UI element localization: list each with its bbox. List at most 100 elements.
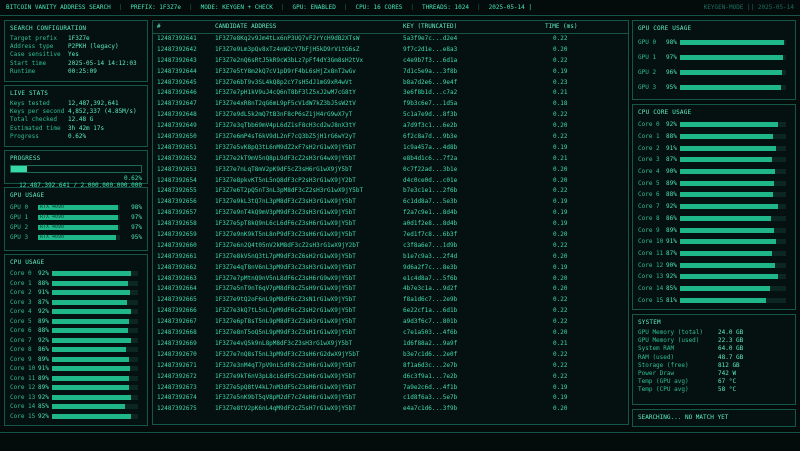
table-cell: 0.22 <box>553 241 568 249</box>
table-row: 12487392660 1F3Z7e6n2Q4t05nV2kM8dF3cZ2sH3… <box>153 241 628 252</box>
table-cell: 1F3Z7e6bT9v3SL4kQ8p2cY7sH5dJ1mG9xR4wVt <box>215 78 353 86</box>
table-cell: 12487392664 <box>157 285 197 293</box>
table-cell: 0.19 <box>553 263 568 271</box>
usage-bar-fill <box>52 404 126 410</box>
usage-bar <box>680 85 786 90</box>
table-cell: 0.19 <box>553 220 568 228</box>
usage-label: Core 1 <box>638 133 660 141</box>
usage-percent: 85% <box>666 284 677 292</box>
usage-bar-fill <box>680 85 781 90</box>
footer-bar <box>0 432 800 451</box>
usage-label: Core 12 <box>638 261 664 269</box>
stat-value: 67 °C <box>718 378 737 386</box>
table-cell: 0.20 <box>553 122 568 130</box>
usage-label: Core 14 <box>10 403 36 411</box>
candidate-table: # CANDIDATE ADDRESS KEY (TRUNCATED) TIME… <box>152 20 629 425</box>
table-cell: 12487392661 <box>157 252 197 260</box>
gpu-core-list: GPU 0 98% GPU 1 97% GPU 2 96% GPU 3 95% <box>638 35 790 95</box>
table-cell: 12487392649 <box>157 122 197 130</box>
panel-title: PROGRESS <box>10 155 41 162</box>
usage-bar-fill <box>52 309 132 315</box>
usage-row: Core 11 87% <box>638 248 790 260</box>
table-row: 12487392652 1F3Z7e2kT9mV5nQ8pL9dF3cZ2sH3r… <box>153 154 628 165</box>
usage-label: Core 12 <box>10 384 36 392</box>
usage-row: Core 9 89% <box>638 224 790 236</box>
table-cell: 0.22 <box>553 187 568 195</box>
usage-bar <box>52 309 138 315</box>
usage-row: Core 4 92% <box>10 307 142 317</box>
table-cell: 12487392669 <box>157 339 197 347</box>
table-cell: c3f8a6e7...1d9b <box>403 241 458 249</box>
usage-bar <box>680 157 786 163</box>
stat-label: Address type <box>10 43 54 51</box>
stat-row: RAM (used) 48.7 GB <box>638 354 790 362</box>
progress-panel: PROGRESS 0.62% 12,487,392,641 / 2,000,00… <box>4 150 148 189</box>
table-cell: 1F3Z7e5nK9bT5qV8pM2dF7cZ4sH6rG1wX9jY5bT <box>215 394 356 402</box>
table-cell: f9b3c6e7...1d5a <box>403 100 458 108</box>
table-cell: 0.22 <box>553 318 568 326</box>
usage-bar <box>52 271 138 277</box>
usage-bar-fill <box>680 169 776 175</box>
table-cell: 12487392659 <box>157 231 197 239</box>
table-cell: 0.19 <box>553 198 568 206</box>
usage-bar <box>52 366 138 372</box>
stat-label: Storage (free) <box>638 361 689 369</box>
usage-label: Core 2 <box>10 289 32 297</box>
table-cell: f8a1d6c7...2e9b <box>403 296 458 304</box>
top-bar: BITCOIN VANITY ADDRESS SEARCH | PREFIX: … <box>0 0 800 16</box>
usage-row: GPU 2 RTX 4090 97% <box>10 222 142 232</box>
usage-bar-fill <box>52 290 131 296</box>
table-cell: 1F3Z7e6T2pQ5nT3nL3pM8dF3cZ2sH3rG1wX9jY5b… <box>215 187 364 195</box>
stat-label: Temp (CPU avg) <box>638 386 689 394</box>
table-cell: 1F3Z7e5nT9nT6qV7pM8dF8cZ5sH9rG1wX9jY5bT <box>215 285 356 293</box>
usage-row: Core 1 88% <box>638 131 790 143</box>
usage-row: GPU 1 RTX 4090 97% <box>10 212 142 222</box>
usage-percent: 92% <box>38 270 49 278</box>
table-cell: b7e3c1e1...2f6b <box>403 187 458 195</box>
usage-bar-fill <box>52 337 132 343</box>
table-cell: 1F3Z7e4qT8nV6nL3pM9dF3cZ3sH3rG1wX9jY5bT <box>215 263 356 271</box>
config-list: Target prefix 1F3Z7e Address type P2PKH (le… <box>10 35 142 76</box>
usage-label: Core 9 <box>638 226 660 234</box>
usage-row: Core 6 88% <box>10 326 142 336</box>
usage-bar-fill <box>680 227 775 233</box>
usage-percent: 92% <box>666 203 677 211</box>
table-cell: 12487392667 <box>157 318 197 326</box>
stat-row: Case sensitive Yes <box>10 51 142 59</box>
usage-bar-fill <box>680 122 778 128</box>
gpu-core-usage-panel: GPU CORE USAGE GPU 0 98% GPU 1 97% GPU 2 96% G… <box>632 20 796 100</box>
usage-row: Core 7 92% <box>638 201 790 213</box>
usage-percent: 85% <box>38 403 49 411</box>
cpu-core-usage-panel: CPU CORE USAGE Core 0 92% Core 1 88% Core 2 9… <box>632 104 796 310</box>
table-cell: b1e7c9a3...2f4d <box>403 252 458 260</box>
usage-row: Core 3 87% <box>10 298 142 308</box>
table-cell: a9d3f6c7...801b <box>403 318 458 326</box>
progress-fill <box>11 166 28 172</box>
usage-percent: 88% <box>38 279 49 287</box>
table-row: 12487392674 1F3Z7e5nK9bT5qV8pM2dF7cZ4sH6r… <box>153 393 628 404</box>
table-cell: 6e22cf1a...6d1b <box>403 307 458 315</box>
stat-label: Start time <box>10 59 47 67</box>
usage-row: GPU 1 97% <box>638 50 790 65</box>
table-cell: 12487392650 <box>157 133 197 141</box>
usage-bar-fill <box>680 134 774 140</box>
usage-bar-fill <box>680 285 771 291</box>
table-cell: 0.22 <box>553 361 568 369</box>
usage-bar-fill <box>52 413 132 419</box>
usage-row: GPU 0 98% <box>638 35 790 50</box>
table-row: 12487392647 1F3Z7e4xR8nT2qG6mL9pF5cV1dW7k… <box>153 99 628 110</box>
stat-row: Address type P2PKH (legacy) <box>10 43 142 51</box>
usage-label: GPU 3 <box>10 233 29 241</box>
usage-row: Core 12 90% <box>638 259 790 271</box>
stat-value: 24.0 GB <box>718 329 744 336</box>
column-header: # <box>157 23 161 30</box>
usage-bar <box>52 413 138 419</box>
stat-row: Start time 2025-05-14 14:12:03 <box>10 60 142 68</box>
table-row: 12487392646 1F3Z7e7pH1kV9uJ4cQ6nT8bF3lZ5x… <box>153 88 628 99</box>
table-cell: 1F3Z7e2kT9mV5nQ8pL9dF3cZ2sH3rG4wX9jY5bT <box>215 154 356 162</box>
table-cell: 9d6a2f7c...8e3b <box>403 263 458 271</box>
usage-row: Core 2 91% <box>638 142 790 154</box>
usage-bar-fill <box>680 70 782 75</box>
usage-label: Core 0 <box>638 121 660 129</box>
usage-bar: RTX 4090 <box>38 234 120 240</box>
